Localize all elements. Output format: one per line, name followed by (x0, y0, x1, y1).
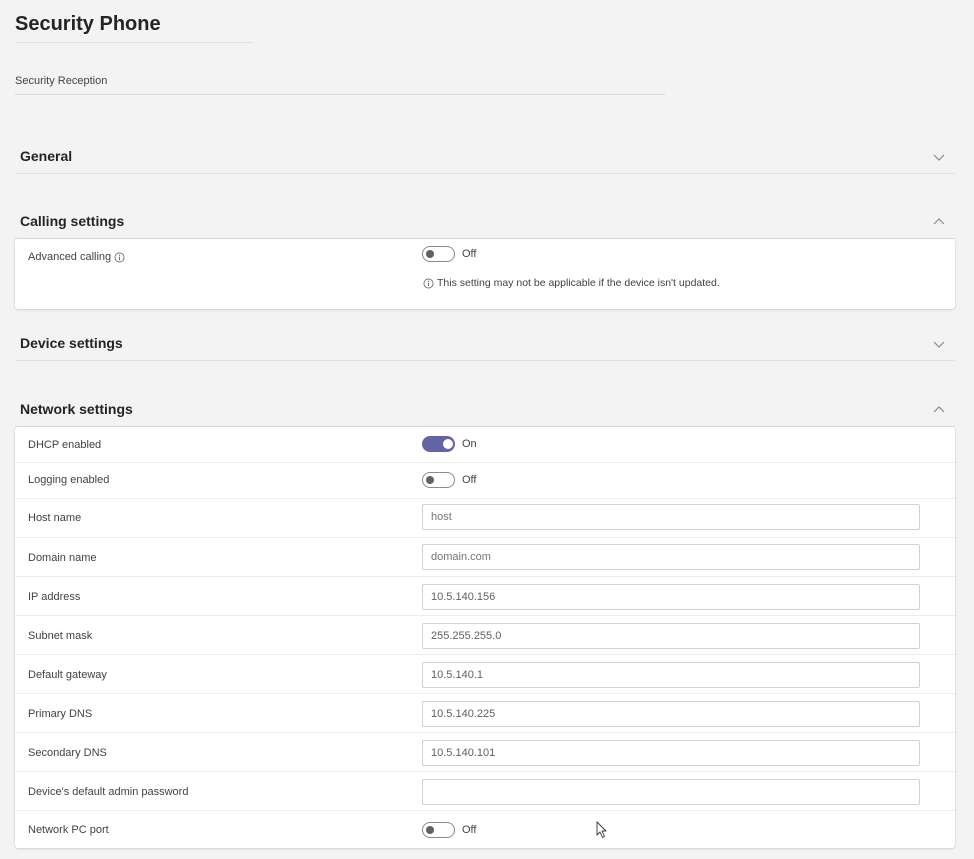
domain-name-label: Domain name (28, 552, 97, 564)
subnet-mask-input[interactable] (422, 623, 920, 649)
advanced-calling-toggle[interactable] (422, 246, 455, 262)
secondary-dns-label: Secondary DNS (28, 747, 107, 759)
advanced-calling-note-text: This setting may not be applicable if th… (437, 277, 720, 289)
default-gateway-label: Default gateway (28, 669, 107, 681)
domain-name-input[interactable] (422, 544, 920, 570)
info-icon (423, 278, 434, 288)
setting-row-ip-address: IP address (15, 577, 955, 616)
chevron-down-icon (933, 154, 945, 161)
subnet-mask-label: Subnet mask (28, 630, 93, 642)
setting-row-logging: Logging enabled Off (15, 463, 955, 499)
toggle-knob (426, 250, 434, 258)
setting-row-subnet-mask: Subnet mask (15, 616, 955, 655)
secondary-dns-input[interactable] (422, 740, 920, 766)
host-name-label: Host name (28, 512, 82, 524)
setting-row-admin-password: Device's default admin password (15, 772, 955, 811)
advanced-calling-label-text: Advanced calling (28, 251, 112, 263)
pc-port-label: Network PC port (28, 824, 109, 836)
description-divider (15, 94, 665, 95)
title-divider (15, 42, 253, 43)
section-calling-header[interactable]: Calling settings (15, 203, 955, 239)
toggle-knob (426, 826, 434, 834)
network-settings-panel: DHCP enabled On Logging enabled Off Host… (15, 427, 955, 848)
setting-row-host-name: Host name (15, 499, 955, 538)
dhcp-state: On (462, 438, 477, 450)
dhcp-toggle[interactable] (422, 436, 455, 452)
info-icon[interactable] (114, 252, 125, 263)
section-device-header[interactable]: Device settings (15, 325, 955, 361)
section-network-header[interactable]: Network settings (15, 391, 955, 427)
setting-row-advanced-calling: Advanced calling Off This setting may no… (15, 239, 955, 309)
setting-row-pc-port: Network PC port Off (15, 811, 955, 848)
device-description: Security Reception (15, 75, 108, 87)
logging-state: Off (462, 474, 477, 486)
pc-port-state: Off (462, 824, 477, 836)
admin-password-input[interactable] (422, 779, 920, 805)
dhcp-label: DHCP enabled (28, 439, 102, 451)
admin-password-label: Device's default admin password (28, 786, 189, 798)
mouse-pointer-icon (596, 821, 607, 838)
page-title: Security Phone (15, 13, 161, 35)
ip-address-input[interactable] (422, 584, 920, 610)
section-general-header[interactable]: General (15, 138, 955, 174)
advanced-calling-note: This setting may not be applicable if th… (423, 277, 720, 289)
primary-dns-input[interactable] (422, 701, 920, 727)
section-title-general: General (20, 148, 73, 164)
primary-dns-label: Primary DNS (28, 708, 93, 720)
chevron-down-icon (933, 341, 945, 348)
advanced-calling-label: Advanced calling (28, 251, 125, 263)
setting-row-primary-dns: Primary DNS (15, 694, 955, 733)
toggle-knob (443, 439, 453, 449)
setting-row-default-gateway: Default gateway (15, 655, 955, 694)
section-title-network: Network settings (20, 401, 133, 417)
toggle-knob (426, 476, 434, 484)
ip-address-label: IP address (28, 591, 81, 603)
setting-row-domain-name: Domain name (15, 538, 955, 577)
setting-row-dhcp: DHCP enabled On (15, 427, 955, 463)
section-title-calling: Calling settings (20, 213, 125, 229)
advanced-calling-state: Off (462, 248, 477, 260)
calling-settings-panel: Advanced calling Off This setting may no… (15, 239, 955, 309)
setting-row-secondary-dns: Secondary DNS (15, 733, 955, 772)
chevron-up-icon (933, 406, 945, 413)
logging-toggle[interactable] (422, 472, 455, 488)
chevron-up-icon (933, 218, 945, 225)
pc-port-toggle[interactable] (422, 822, 455, 838)
default-gateway-input[interactable] (422, 662, 920, 688)
host-name-input[interactable] (422, 504, 920, 530)
logging-label: Logging enabled (28, 474, 110, 486)
section-title-device: Device settings (20, 335, 123, 351)
